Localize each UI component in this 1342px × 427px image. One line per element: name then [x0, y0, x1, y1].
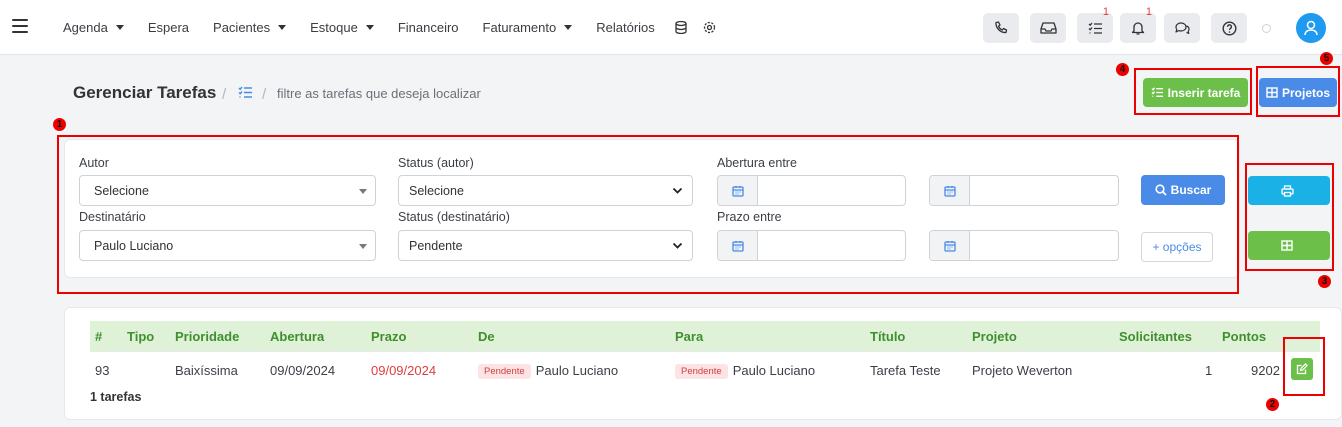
annotation-box-4: [1134, 68, 1252, 115]
col-de: De: [478, 329, 495, 344]
annotation-box-5: [1256, 66, 1340, 117]
annotation-box-2: [1283, 337, 1325, 396]
nav-item-financeiro[interactable]: Financeiro: [398, 20, 459, 35]
user-avatar[interactable]: [1296, 13, 1326, 43]
col-prazo: Prazo: [371, 329, 407, 344]
inbox-button[interactable]: [1030, 13, 1066, 43]
cell-solicitantes: 1: [1205, 363, 1213, 378]
annotation-marker-5: 5: [1320, 52, 1333, 65]
inbox-icon: [1039, 22, 1057, 34]
annotation-marker-3: 3: [1318, 275, 1331, 288]
task-list-icon: [238, 86, 253, 102]
database-icon[interactable]: [675, 21, 687, 34]
col-abertura: Abertura: [270, 329, 325, 344]
col-titulo: Título: [870, 329, 906, 344]
status-indicator: [1262, 24, 1271, 33]
notifications-button[interactable]: 1: [1120, 6, 1156, 43]
cell-de: Pendente Paulo Luciano: [478, 363, 618, 379]
breadcrumb-subtitle: filtre as tarefas que deseja localizar: [277, 86, 481, 101]
top-navbar: Agenda Espera Pacientes Estoque Financei…: [0, 0, 1342, 55]
nav-item-agenda[interactable]: Agenda: [63, 20, 124, 35]
caret-down-icon: [278, 25, 287, 30]
annotation-marker-4: 4: [1116, 63, 1129, 76]
cell-para: Pendente Paulo Luciano: [675, 363, 815, 379]
gear-icon[interactable]: [703, 21, 716, 34]
page-title: Gerenciar Tarefas: [73, 83, 217, 102]
status-badge: Pendente: [478, 364, 531, 379]
chat-icon: [1174, 22, 1190, 34]
nav-item-relatorios[interactable]: Relatórios: [596, 20, 655, 35]
breadcrumb-separator: /: [262, 86, 267, 103]
cell-pontos: 9202: [1251, 363, 1280, 378]
cell-prioridade: Baixíssima: [175, 363, 238, 378]
col-projeto: Projeto: [972, 329, 1017, 344]
tasks-button[interactable]: 1: [1077, 6, 1113, 43]
cell-id: 93: [95, 363, 110, 378]
annotation-marker-2: 2: [1266, 398, 1279, 411]
annotation-box-3: [1245, 163, 1334, 271]
col-tipo: Tipo: [127, 329, 155, 344]
caret-down-icon: [115, 25, 124, 30]
chat-button[interactable]: [1164, 13, 1200, 43]
cell-titulo: Tarefa Teste: [870, 363, 941, 378]
nav-item-espera[interactable]: Espera: [148, 20, 189, 35]
phone-button[interactable]: [983, 13, 1019, 43]
col-pontos: Pontos: [1222, 329, 1267, 344]
nav-item-estoque[interactable]: Estoque: [310, 20, 374, 35]
user-icon: [1304, 20, 1318, 36]
cell-prazo: 09/09/2024: [371, 363, 437, 378]
cell-abertura: 09/09/2024: [270, 363, 336, 378]
col-para: Para: [675, 329, 704, 344]
col-id: #: [95, 329, 103, 344]
table-row-divider: [90, 351, 1320, 352]
phone-icon: [995, 21, 1008, 34]
tasks-badge: 1: [1102, 6, 1109, 18]
bell-icon: [1131, 21, 1145, 35]
breadcrumb-separator: /: [222, 86, 227, 103]
nav-item-faturamento[interactable]: Faturamento: [483, 20, 573, 35]
task-list-icon: [1088, 22, 1102, 34]
notifications-badge: 1: [1145, 6, 1152, 18]
status-badge: Pendente: [675, 364, 728, 379]
help-button[interactable]: [1211, 13, 1247, 43]
caret-down-icon: [564, 25, 573, 30]
col-prioridade: Prioridade: [175, 329, 240, 344]
menu-icon[interactable]: [12, 19, 28, 33]
cell-projeto: Projeto Weverton: [972, 363, 1073, 378]
main-nav: Agenda Espera Pacientes Estoque Financei…: [51, 0, 724, 55]
nav-item-pacientes[interactable]: Pacientes: [213, 20, 287, 35]
task-count: 1 tarefas: [90, 390, 142, 404]
caret-down-icon: [365, 25, 374, 30]
annotation-marker-1: 1: [53, 118, 66, 131]
help-icon: [1221, 20, 1237, 36]
annotation-box-1: [57, 135, 1239, 294]
col-solicitantes: Solicitantes: [1119, 329, 1192, 344]
